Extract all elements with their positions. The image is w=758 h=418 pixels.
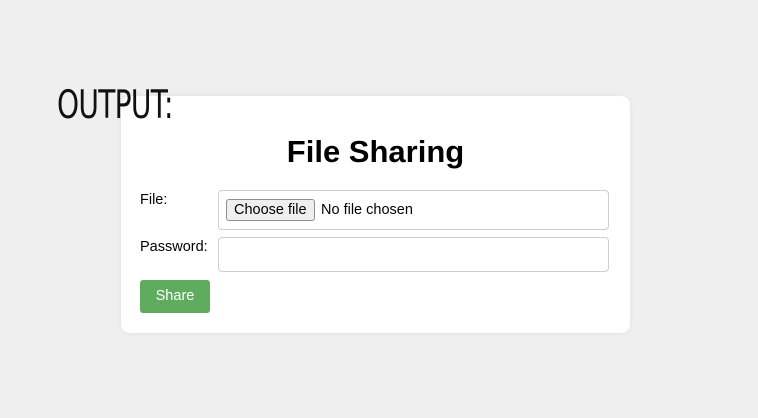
file-sharing-card: File Sharing File: Choose file No file c… bbox=[121, 96, 630, 333]
output-label: OUTPUT: bbox=[57, 83, 174, 128]
password-label: Password: bbox=[140, 239, 208, 255]
file-input[interactable]: Choose file No file chosen bbox=[218, 190, 609, 230]
choose-file-button[interactable]: Choose file bbox=[226, 199, 315, 221]
page-title: File Sharing bbox=[286, 134, 465, 169]
password-field[interactable] bbox=[218, 237, 609, 272]
file-label: File: bbox=[140, 192, 168, 208]
share-button[interactable]: Share bbox=[140, 280, 210, 313]
file-status-text: No file chosen bbox=[321, 202, 413, 218]
